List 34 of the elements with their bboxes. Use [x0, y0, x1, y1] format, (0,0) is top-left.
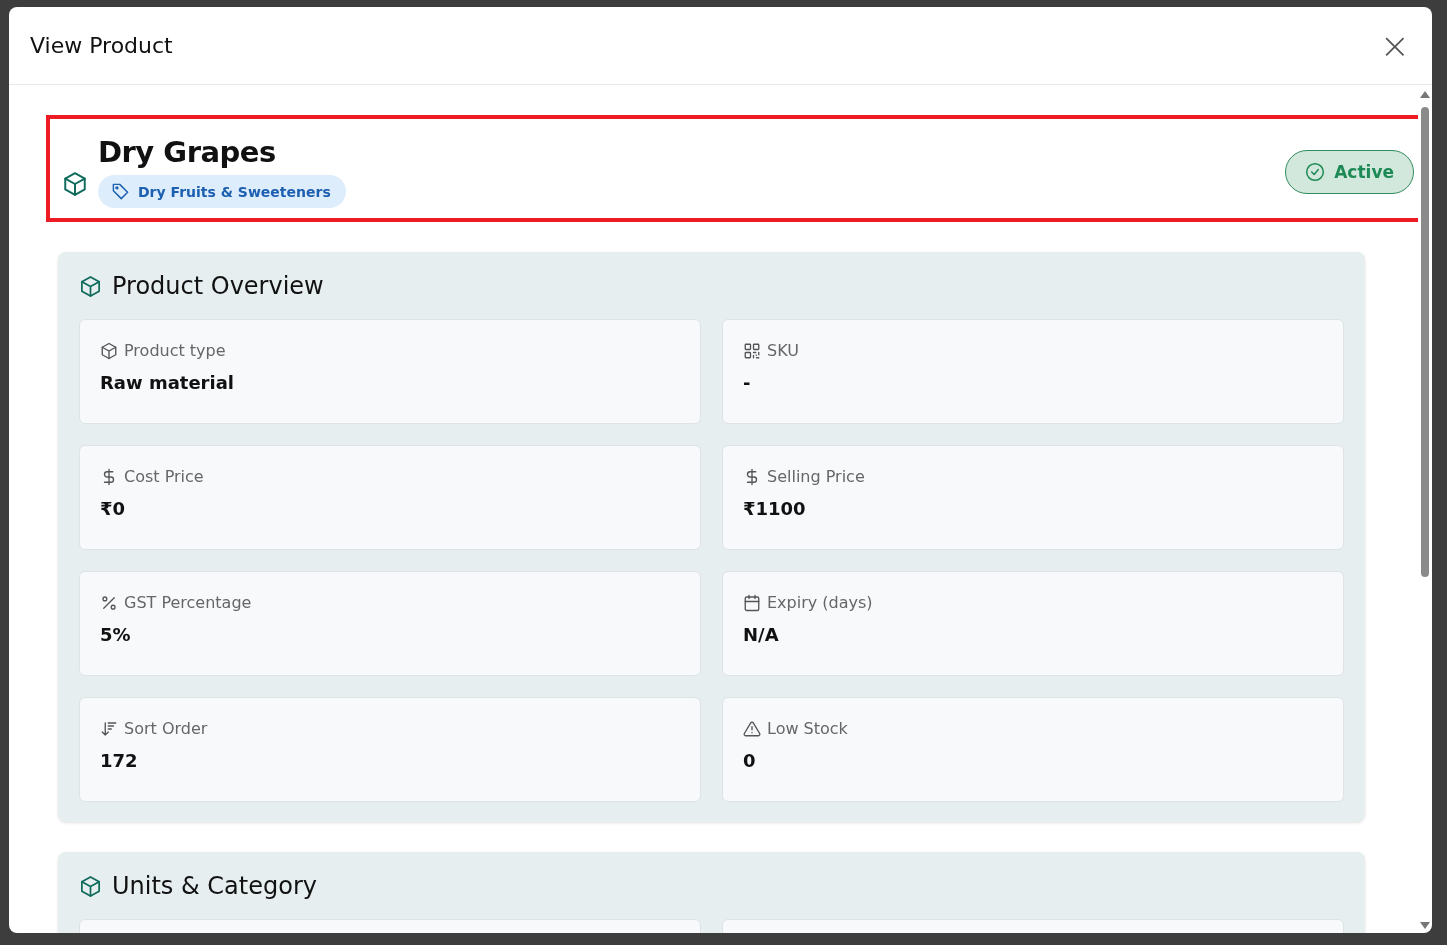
- section-title: Product Overview: [112, 272, 324, 300]
- field-label: Product type: [124, 341, 226, 360]
- category-tag: Dry Fruits & Sweeteners: [98, 175, 346, 208]
- box-icon: [62, 170, 88, 197]
- box-icon: [79, 874, 102, 898]
- field-value: 5%: [100, 624, 132, 645]
- field-label: GST Percentage: [124, 593, 252, 612]
- qr-code-icon: [743, 341, 761, 360]
- tag-icon: [111, 182, 130, 201]
- field-value: Raw material: [100, 372, 235, 393]
- field-value: 172: [100, 750, 139, 771]
- dialog-title: View Product: [30, 33, 173, 58]
- product-name: Dry Grapes: [98, 135, 277, 169]
- box-icon: [79, 274, 102, 298]
- field-value: 0: [743, 750, 757, 771]
- warning-icon: [743, 719, 761, 738]
- field-label: Cost Price: [124, 467, 204, 486]
- field-label: Low Stock: [767, 719, 848, 738]
- field-label: SKU: [767, 341, 799, 360]
- calendar-icon: [743, 593, 761, 612]
- sort-icon: [100, 719, 118, 738]
- percent-icon: [100, 593, 118, 612]
- field-value: -: [743, 372, 752, 393]
- field-label: Sort Order: [124, 719, 208, 738]
- field-label: Selling Price: [767, 467, 865, 486]
- field-value: ₹0: [100, 498, 127, 519]
- field-value: N/A: [743, 624, 780, 645]
- field-label: Expiry (days): [767, 593, 873, 612]
- field-value: ₹1100: [743, 498, 807, 519]
- close-button[interactable]: ×: [1375, 27, 1414, 64]
- status-badge: Active: [1285, 149, 1414, 194]
- section-title: Units & Category: [112, 872, 317, 900]
- check-circle-icon: [1305, 161, 1326, 182]
- box-icon: [100, 341, 118, 360]
